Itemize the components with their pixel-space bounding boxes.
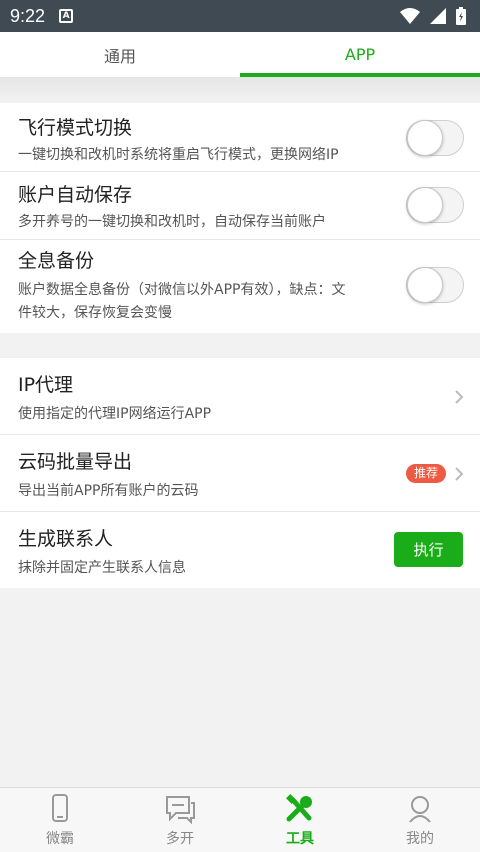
nav-weiba[interactable]: 微霸 — [0, 788, 120, 852]
nav-label: 多开 — [166, 831, 194, 847]
nav-multi-open[interactable]: 多开 — [120, 788, 240, 852]
auto-save-toggle[interactable] — [406, 187, 464, 223]
toggle-knob — [407, 120, 443, 156]
chevron-right-icon — [455, 390, 464, 404]
setting-full-backup[interactable]: 全息备份 账户数据全息备份（对微信以外APP有效），缺点：文 件较大，保存恢复会… — [0, 240, 480, 333]
nav-label: 微霸 — [46, 831, 74, 847]
toggle-knob — [407, 187, 443, 223]
status-time: 9:22 — [10, 5, 46, 26]
nav-mine[interactable]: 我的 — [360, 788, 480, 852]
toggle-knob — [407, 267, 443, 303]
wifi-icon — [400, 8, 420, 24]
chevron-right-icon — [455, 467, 464, 481]
actions-group: IP代理 使用指定的代理IP网络运行APP 云码批量导出 导出当前APP所有账户… — [0, 358, 480, 588]
notification-icon: A — [59, 9, 74, 23]
action-generate-contacts[interactable]: 生成联系人 抹除并固定产生联系人信息 执行 — [0, 512, 480, 588]
tools-icon — [286, 794, 312, 822]
chat-icon — [166, 796, 195, 824]
action-desc: 导出当前APP所有账户的云码 — [18, 483, 199, 499]
full-backup-toggle[interactable] — [406, 267, 464, 303]
setting-title: 全息备份 — [18, 250, 95, 272]
tab-general[interactable]: 通用 — [0, 32, 240, 77]
tab-bar: 通用 APP — [0, 32, 480, 77]
battery-icon — [456, 7, 466, 25]
setting-auto-save[interactable]: 账户自动保存 多开养号的一键切换和改机时，自动保存当前账户 — [0, 172, 480, 240]
toggle-settings-group: 飞行模式切换 一键切换和改机时系统将重启飞行模式，更换网络IP 账户自动保存 多… — [0, 103, 480, 333]
nav-tools[interactable]: 工具 — [240, 788, 360, 852]
recommended-badge: 推荐 — [405, 464, 446, 483]
execute-button[interactable]: 执行 — [394, 532, 463, 567]
airplane-mode-toggle[interactable] — [406, 120, 464, 156]
nav-label: 我的 — [406, 831, 434, 847]
action-batch-export[interactable]: 云码批量导出 导出当前APP所有账户的云码 推荐 — [0, 435, 480, 512]
bottom-nav: 微霸 多开 工具 我的 — [0, 787, 480, 852]
action-ip-proxy[interactable]: IP代理 使用指定的代理IP网络运行APP — [0, 358, 480, 435]
phone-icon — [52, 794, 68, 822]
user-icon — [409, 796, 431, 823]
setting-airplane-mode[interactable]: 飞行模式切换 一键切换和改机时系统将重启飞行模式，更换网络IP — [0, 103, 480, 172]
setting-desc-line2: 件较大，保存恢复会变慢 — [18, 305, 172, 321]
status-bar: 9:22 A — [0, 0, 480, 32]
action-title: IP代理 — [18, 374, 74, 396]
signal-icon — [430, 8, 446, 24]
nav-label: 工具 — [286, 831, 314, 847]
action-desc: 使用指定的代理IP网络运行APP — [18, 406, 212, 422]
tab-app[interactable]: APP — [240, 32, 480, 77]
tabs-divider — [0, 77, 480, 103]
